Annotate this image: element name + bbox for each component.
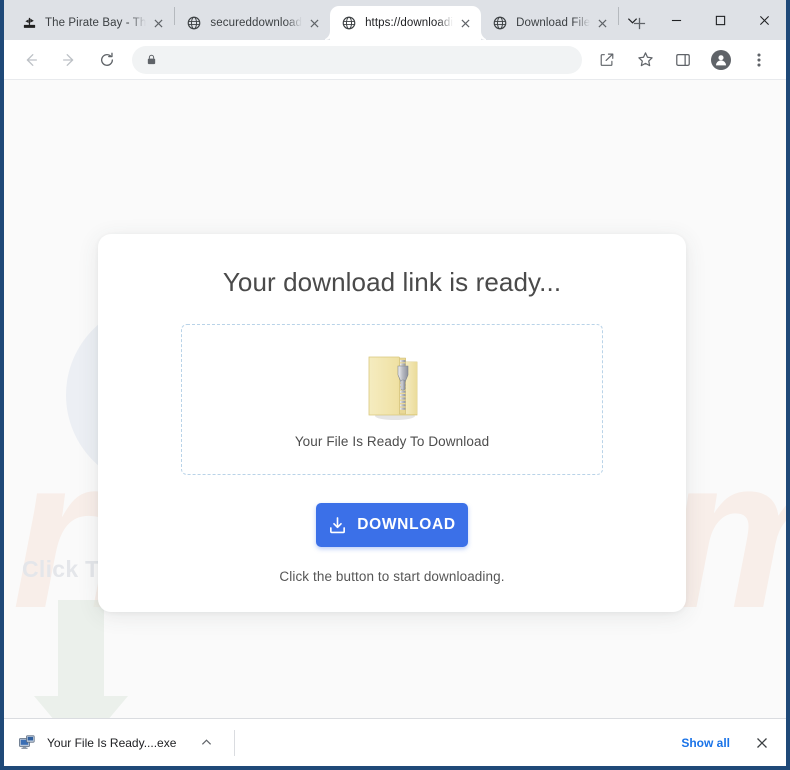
- globe-icon: [341, 15, 357, 31]
- tab-downloadit-active[interactable]: https://downloadi: [330, 6, 482, 40]
- side-panel-icon[interactable]: [669, 46, 697, 74]
- close-icon[interactable]: [594, 15, 610, 31]
- share-icon[interactable]: [593, 46, 621, 74]
- download-hint-text: Click the button to start downloading.: [279, 569, 505, 584]
- globe-icon: [492, 15, 508, 31]
- close-button[interactable]: [742, 3, 786, 37]
- file-dropzone[interactable]: Your File Is Ready To Download: [181, 324, 603, 475]
- reload-icon[interactable]: [93, 46, 121, 74]
- close-icon[interactable]: [150, 15, 166, 31]
- download-shelf: Your File Is Ready....exe Show all: [4, 718, 786, 766]
- three-dot-menu-icon[interactable]: [745, 46, 773, 74]
- browser-window: The Pirate Bay - Th secureddownload http…: [0, 0, 790, 770]
- tab-strip: The Pirate Bay - Th secureddownload http…: [4, 0, 786, 40]
- maximize-button[interactable]: [698, 3, 742, 37]
- avatar: [711, 49, 731, 70]
- download-file-name: Your File Is Ready....exe: [47, 735, 177, 750]
- tab-secureddownload[interactable]: secureddownload: [175, 6, 330, 40]
- chevron-up-icon[interactable]: [198, 735, 214, 751]
- profile-avatar[interactable]: [707, 46, 735, 74]
- dropzone-label: Your File Is Ready To Download: [294, 434, 490, 449]
- close-icon[interactable]: [306, 15, 322, 31]
- show-all-button[interactable]: Show all: [667, 729, 744, 757]
- window-controls: [610, 0, 786, 40]
- browser-toolbar: [4, 40, 786, 80]
- page-title: Your download link is ready...: [222, 267, 562, 297]
- shelf-divider: [234, 729, 236, 756]
- download-button-label: DOWNLOAD: [357, 516, 456, 533]
- minimize-button[interactable]: [654, 3, 698, 37]
- down-arrow-icon: [34, 600, 128, 718]
- star-icon[interactable]: [631, 46, 659, 74]
- forward-arrow-icon[interactable]: [55, 46, 83, 74]
- tab-title: The Pirate Bay - Th: [45, 17, 147, 29]
- address-bar[interactable]: [132, 45, 582, 74]
- exe-file-icon: [19, 734, 35, 749]
- tab-download-file[interactable]: Download File: [481, 6, 618, 40]
- zip-folder-icon: [368, 356, 418, 420]
- back-arrow-icon[interactable]: [17, 46, 45, 74]
- page-viewport: PC risk.com Click To View Your download …: [4, 80, 786, 718]
- tab-title: https://downloadi: [365, 17, 454, 29]
- tab-search-chevron-down-icon[interactable]: [610, 3, 654, 37]
- globe-icon: [186, 15, 202, 31]
- tab-pirate-bay[interactable]: The Pirate Bay - Th: [10, 6, 174, 40]
- close-icon[interactable]: [457, 15, 473, 31]
- download-card: Your download link is ready... Your File…: [98, 234, 686, 612]
- download-button[interactable]: DOWNLOAD: [316, 503, 468, 547]
- download-tray-icon: [330, 516, 346, 533]
- tab-title: secureddownload: [210, 17, 303, 29]
- shelf-actions: Show all: [667, 729, 776, 757]
- tab-title: Download File: [516, 17, 591, 29]
- pirate-ship-icon: [21, 15, 37, 31]
- download-item[interactable]: Your File Is Ready....exe: [18, 725, 224, 761]
- lock-icon[interactable]: [144, 53, 158, 67]
- close-shelf-icon[interactable]: [748, 729, 776, 757]
